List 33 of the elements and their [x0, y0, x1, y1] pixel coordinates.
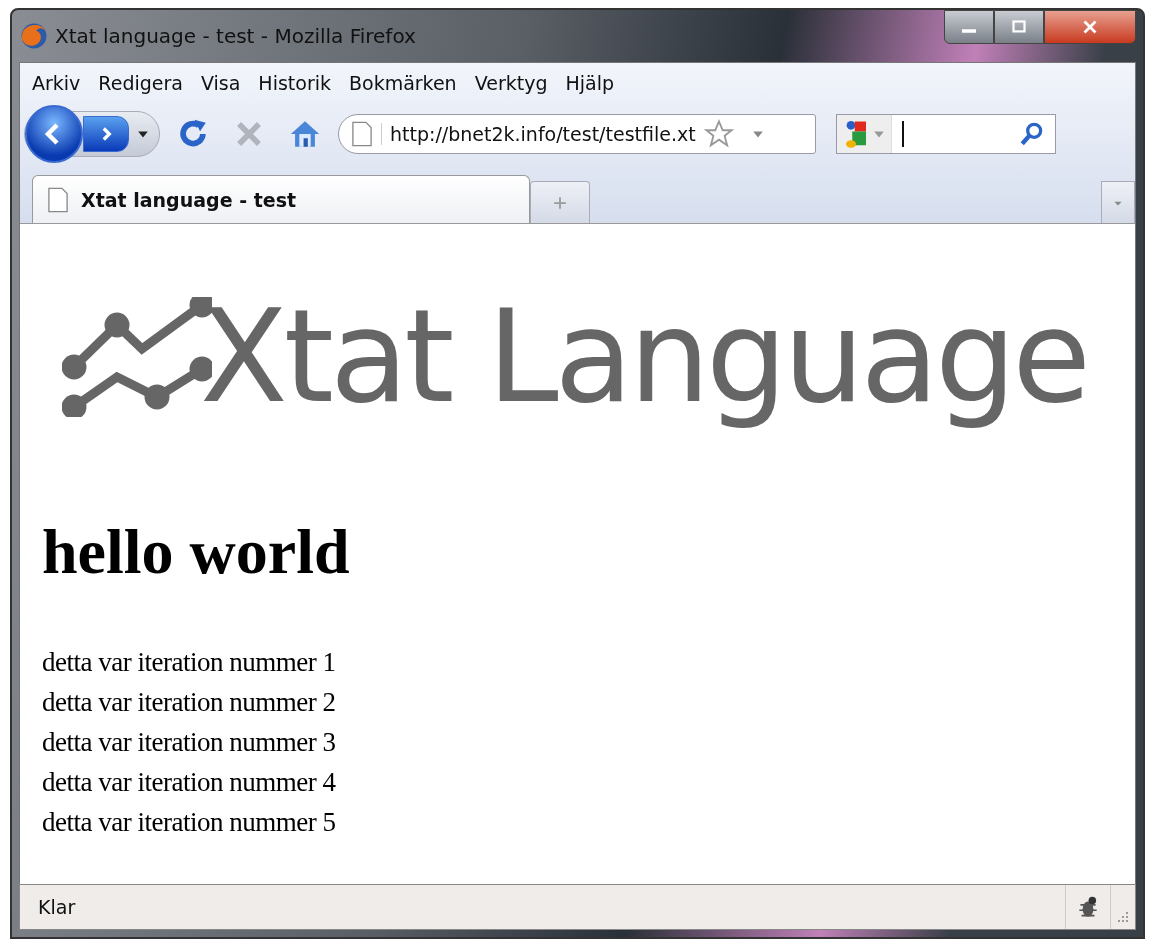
window-title: Xtat language - test - Mozilla Firefox: [55, 24, 416, 48]
close-button[interactable]: [1044, 10, 1136, 44]
menu-item[interactable]: Visa: [194, 72, 253, 94]
text-line: detta var iteration nummer 4: [42, 766, 336, 800]
page-icon: [351, 121, 373, 147]
search-engine-icon[interactable]: [843, 119, 869, 149]
maximize-button[interactable]: [994, 10, 1044, 44]
plus-icon: [553, 195, 567, 210]
menu-item[interactable]: Arkiv: [26, 72, 93, 94]
page-icon: [47, 186, 69, 213]
minimize-button[interactable]: [944, 10, 994, 44]
back-button[interactable]: [25, 105, 83, 163]
search-icon[interactable]: [1019, 121, 1045, 147]
forward-button[interactable]: [83, 116, 129, 152]
search-field[interactable]: [836, 114, 1056, 154]
text-line: detta var iteration nummer 1: [42, 646, 336, 680]
logo-text: Xtat Language: [200, 281, 1087, 433]
text-line: detta var iteration nummer 3: [42, 726, 336, 760]
menu-item[interactable]: Historik: [252, 72, 343, 94]
menu-item[interactable]: Redigera: [92, 72, 195, 94]
text-line: detta var iteration nummer 5: [42, 806, 336, 840]
text-line: detta var iteration nummer 2: [42, 686, 336, 720]
page-heading: hello world: [42, 520, 351, 585]
star-icon[interactable]: [703, 119, 734, 149]
minimize-icon: [962, 29, 976, 33]
url-text: http://bnet2k.info/test/testfile.xt: [381, 123, 696, 145]
resize-grip-icon[interactable]: [1117, 911, 1129, 923]
tab[interactable]: Xtat language - test: [32, 175, 530, 223]
status-text: Klar: [38, 896, 76, 918]
address-bar[interactable]: http://bnet2k.info/test/testfile.xt: [338, 114, 816, 154]
menu-item[interactable]: Bokmärken: [343, 72, 469, 94]
menu-item[interactable]: Hjälp: [559, 72, 626, 94]
menu-item[interactable]: Verktyg: [468, 72, 560, 94]
